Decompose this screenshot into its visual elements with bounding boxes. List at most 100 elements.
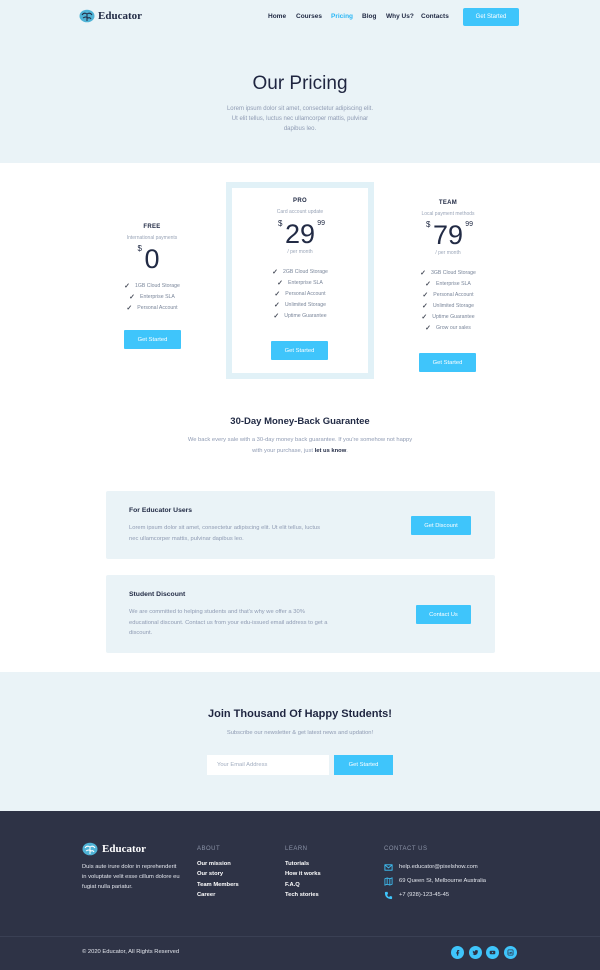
feature-list: ✓ 2GB Cloud Storage ✓ Enterprise SLA ✓ Pers… — [246, 266, 354, 321]
footer-heading: CONTACT US — [384, 846, 428, 852]
nav-item-contacts[interactable]: Contacts — [421, 13, 449, 20]
contact-phone-row[interactable]: +7 (928)-123-45-45 — [384, 888, 486, 902]
logo-text: Educator — [98, 10, 142, 22]
feature-item: ✓ Grow our sales — [425, 324, 471, 332]
let-us-know-link[interactable]: let us know — [315, 448, 347, 454]
footer-link-how-it-works[interactable]: How it works — [285, 871, 321, 881]
plan-name: FREE — [143, 224, 161, 230]
currency-symbol: $ — [137, 244, 142, 253]
mail-icon — [384, 863, 393, 871]
brain-logo-icon — [79, 9, 95, 23]
social-links — [451, 946, 521, 959]
footer-learn-column: LEARN Tutorials How it works F.A.Q Tech … — [285, 846, 321, 902]
facebook-icon[interactable] — [451, 946, 464, 959]
footer-about-column: ABOUT Our mission Our story Team Members… — [197, 846, 239, 902]
feature-item: ✓ 3GB Cloud Storage — [420, 269, 476, 277]
feature-item: ✓ Enterprise SLA — [129, 293, 175, 301]
newsletter-title: Join Thousand Of Happy Students! — [208, 708, 392, 720]
nav-item-why-us[interactable]: Why Us? — [386, 13, 414, 20]
guarantee-text: We back every sale with a 30-day money b… — [187, 437, 413, 454]
feature-item: ✓ 2GB Cloud Storage — [272, 268, 328, 276]
feature-item: ✓ Personal Account — [126, 304, 178, 312]
plan-description: International payments — [126, 235, 178, 241]
newsletter-subtitle: Subscribe our newsletter & get latest ne… — [226, 730, 374, 736]
footer-link-tutorials[interactable]: Tutorials — [285, 861, 321, 871]
student-discount-card: Student Discount We are committed to hel… — [106, 575, 495, 653]
linkedin-icon[interactable] — [503, 946, 517, 959]
phone-icon — [384, 891, 393, 899]
billing-period: / per month — [435, 250, 461, 256]
check-icon: ✓ — [425, 280, 431, 288]
check-icon: ✓ — [272, 268, 278, 276]
currency-symbol: $ — [277, 219, 283, 228]
price-cents: 99 — [465, 221, 474, 228]
youtube-icon[interactable] — [486, 946, 499, 959]
twitter-icon[interactable] — [468, 946, 482, 959]
check-icon: ✓ — [126, 304, 133, 312]
footer-about-text: Duis aute irure dolor in reprehenderit i… — [82, 864, 180, 891]
nav-item-courses[interactable]: Courses — [296, 13, 322, 20]
plan-description: Card account update — [276, 209, 324, 215]
educator-users-card: For Educator Users Lorem ipsum dolor sit… — [106, 491, 495, 559]
price-amount: 79 — [432, 220, 464, 250]
get-discount-button[interactable]: Get Discount — [411, 516, 471, 535]
feature-list: ✓ 1GB Cloud Storage ✓ Enterprise SLA ✓ Pers… — [112, 280, 192, 313]
footer-link-team-members[interactable]: Team Members — [197, 882, 239, 892]
guarantee-title: 30-Day Money-Back Guarantee — [230, 416, 370, 427]
brain-logo-icon — [82, 842, 98, 856]
subscribe-button[interactable]: Get Started — [334, 755, 393, 775]
footer-link-our-story[interactable]: Our story — [197, 871, 239, 881]
plan-price: $ 29 99 — [278, 219, 325, 249]
contact-email-row[interactable]: help.educator@pixelshow.com — [384, 860, 486, 874]
footer-heading: ABOUT — [197, 846, 221, 852]
contact-us-button[interactable]: Contact Us — [416, 605, 471, 624]
feature-item: ✓ Unlimited Storage — [421, 302, 475, 310]
nav-item-home[interactable]: Home — [268, 13, 286, 20]
footer-link-tech-stories[interactable]: Tech stories — [285, 892, 321, 902]
check-icon: ✓ — [273, 301, 280, 309]
plan-get-started-button[interactable]: Get Started — [124, 330, 181, 349]
logo[interactable]: Educator — [79, 9, 142, 23]
feature-item: ✓ Unlimited Storage — [273, 301, 327, 309]
check-icon: ✓ — [420, 269, 426, 277]
email-input[interactable] — [207, 755, 329, 775]
billing-period: / per month — [287, 249, 313, 255]
check-icon: ✓ — [274, 290, 281, 298]
get-started-button[interactable]: Get Started — [463, 8, 519, 26]
footer-link-our-mission[interactable]: Our mission — [197, 861, 239, 871]
card-text: Lorem ipsum dolor sit amet, consectetur … — [129, 525, 321, 542]
check-icon: ✓ — [124, 282, 130, 290]
check-icon: ✓ — [273, 312, 280, 320]
contact-address-row: 69 Queen St, Melbourne Australia — [384, 874, 486, 888]
footer: Educator Duis aute irure dolor in repreh… — [0, 811, 600, 970]
price-amount: 29 — [284, 219, 316, 249]
feature-item: ✓ Personal Account — [274, 290, 326, 298]
check-icon: ✓ — [129, 293, 135, 301]
check-icon: ✓ — [422, 291, 429, 299]
footer-link-faq[interactable]: F.A.Q — [285, 882, 321, 892]
feature-item: ✓ Enterprise SLA — [425, 280, 471, 288]
price-amount: 0 — [144, 244, 160, 274]
check-icon: ✓ — [421, 302, 428, 310]
price-cents: 99 — [317, 220, 326, 227]
feature-item: ✓ Personal Account — [422, 291, 474, 299]
nav-item-blog[interactable]: Blog — [362, 13, 376, 20]
copyright-text: © 2020 Educator, All Rights Reserved — [82, 949, 180, 955]
card-text: We are committed to helping students and… — [129, 609, 328, 636]
nav-item-pricing[interactable]: Pricing — [331, 13, 353, 20]
plan-get-started-button[interactable]: Get Started — [271, 341, 328, 360]
check-icon: ✓ — [421, 313, 428, 321]
newsletter-section: Join Thousand Of Happy Students! Subscri… — [0, 672, 600, 811]
footer-divider — [0, 936, 600, 937]
feature-item: ✓ Enterprise SLA — [277, 279, 323, 287]
map-icon — [384, 876, 393, 886]
feature-list: ✓ 3GB Cloud Storage ✓ Enterprise SLA ✓ Pers… — [403, 267, 493, 333]
footer-logo-text: Educator — [102, 843, 146, 855]
plan-get-started-button[interactable]: Get Started — [419, 353, 476, 372]
plan-pro: PRO Card account update $ 29 99 / per mo… — [246, 198, 354, 360]
footer-logo[interactable]: Educator — [82, 842, 146, 856]
card-title: Student Discount — [129, 591, 186, 598]
footer-contact-column: CONTACT US help.educator@pixelshow.com 6… — [384, 846, 486, 902]
footer-link-career[interactable]: Career — [197, 892, 239, 902]
page-title: Our Pricing — [252, 73, 348, 94]
